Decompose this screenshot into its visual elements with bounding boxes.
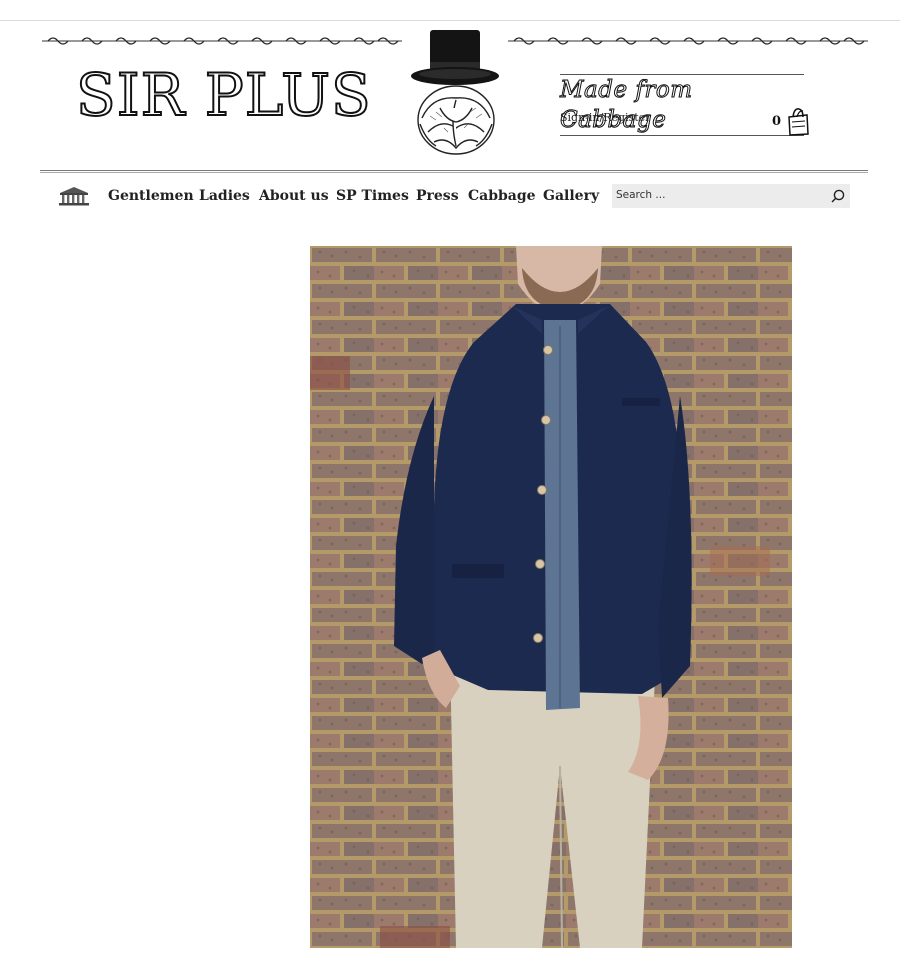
ornament-right bbox=[508, 37, 868, 45]
nav-item-sp-times[interactable]: SP Times bbox=[336, 188, 409, 204]
top-divider bbox=[0, 20, 900, 21]
nav-item-about-us[interactable]: About us bbox=[259, 188, 329, 204]
shopping-bag-icon[interactable] bbox=[786, 106, 810, 136]
nav-item-gallery[interactable]: Gallery bbox=[543, 188, 599, 204]
nav-item-press[interactable]: Press bbox=[416, 188, 459, 204]
nav-item-cabbage[interactable]: Cabbage bbox=[468, 188, 536, 204]
top-hat-cabbage-icon bbox=[411, 30, 499, 155]
tagline-block: Made from Cabbage bbox=[560, 74, 804, 136]
search-placeholder: Search ... bbox=[616, 189, 666, 201]
building-icon[interactable] bbox=[58, 186, 90, 206]
search-icon[interactable] bbox=[830, 188, 846, 204]
signin-register-link[interactable]: Sign-in/Register bbox=[560, 111, 650, 124]
site-logo[interactable]: SIR PLUS bbox=[75, 65, 372, 125]
cart-count: 0 bbox=[772, 114, 782, 129]
header-divider bbox=[40, 170, 868, 173]
tagline-rule-bottom bbox=[560, 135, 804, 136]
product-photo bbox=[310, 246, 792, 948]
tagline: Made from Cabbage bbox=[560, 77, 693, 134]
ornament-left bbox=[42, 37, 402, 45]
nav-item-ladies[interactable]: Ladies bbox=[199, 188, 250, 204]
nav-item-gentlemen[interactable]: Gentlemen bbox=[108, 188, 194, 204]
